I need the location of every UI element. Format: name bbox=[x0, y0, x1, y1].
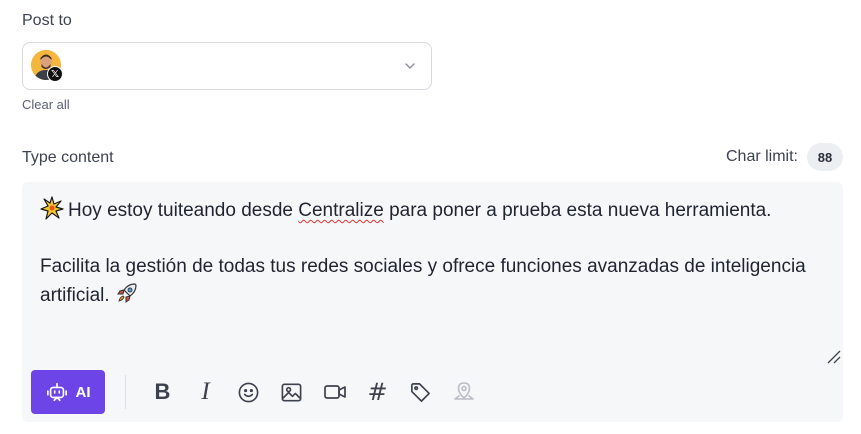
content-line-2: Facilita la gestión de todas tus redes s… bbox=[40, 253, 830, 310]
char-limit-label: Char limit: bbox=[725, 148, 798, 165]
char-limit: Char limit: 88 bbox=[726, 143, 843, 171]
rocket-icon bbox=[117, 283, 137, 303]
type-content-label: Type content bbox=[22, 149, 114, 166]
line2-text: Facilita la gestión de todas tus redes s… bbox=[40, 256, 806, 306]
ai-button[interactable]: AI bbox=[31, 370, 105, 414]
toolbar-divider bbox=[125, 375, 126, 409]
image-icon[interactable] bbox=[270, 370, 313, 414]
content-text[interactable]: Hoy estoy tuiteando desde Centralize par… bbox=[40, 196, 830, 310]
resize-handle[interactable] bbox=[825, 348, 841, 364]
x-logo-icon: 𝕏 bbox=[47, 66, 63, 82]
misspelled-word: Centralize bbox=[298, 200, 384, 221]
post-to-label: Post to bbox=[22, 12, 72, 29]
editor-toolbar: AI B I # bbox=[31, 370, 485, 414]
chevron-down-icon[interactable] bbox=[403, 59, 417, 73]
italic-icon[interactable]: I bbox=[184, 370, 227, 414]
tag-icon[interactable] bbox=[399, 370, 442, 414]
content-editor[interactable]: Hoy estoy tuiteando desde Centralize par… bbox=[22, 182, 843, 422]
emoji-icon[interactable] bbox=[227, 370, 270, 414]
char-limit-badge: 88 bbox=[807, 143, 843, 171]
clear-all-link[interactable]: Clear all bbox=[22, 97, 70, 112]
line1-end: para poner a prueba esta nueva herramien… bbox=[383, 200, 772, 221]
sparkle-burst-icon bbox=[40, 196, 64, 220]
location-icon[interactable] bbox=[442, 370, 485, 414]
line1-start: Hoy estoy tuiteando desde bbox=[68, 200, 299, 221]
video-icon[interactable] bbox=[313, 370, 356, 414]
hashtag-icon[interactable]: # bbox=[356, 370, 399, 414]
bold-icon[interactable]: B bbox=[141, 370, 184, 414]
account-selector[interactable]: 𝕏 bbox=[22, 42, 432, 90]
ai-button-label: AI bbox=[75, 383, 91, 401]
robot-icon bbox=[46, 382, 67, 402]
content-line-1: Hoy estoy tuiteando desde Centralize par… bbox=[40, 196, 830, 225]
